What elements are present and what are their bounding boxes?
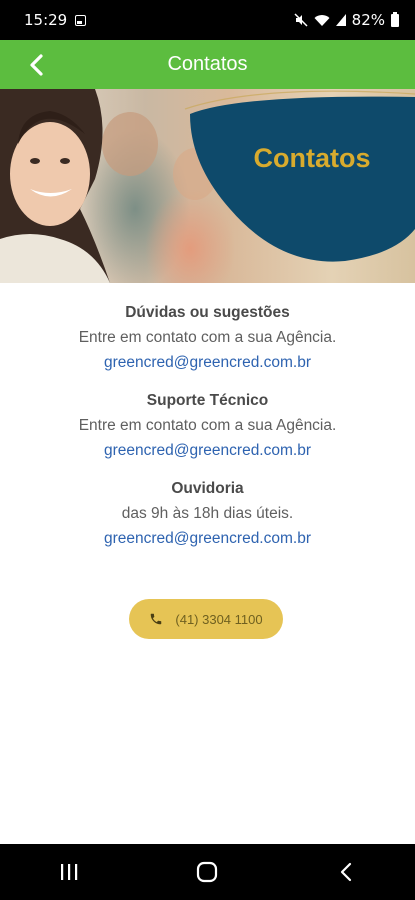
section-text: das 9h às 18h dias úteis. xyxy=(121,505,294,522)
phone-button[interactable]: (41) 3304 1100 xyxy=(129,599,283,639)
home-icon xyxy=(197,861,218,883)
back-icon xyxy=(340,862,351,882)
email-link[interactable]: greencred@greencred.com.br xyxy=(0,526,415,551)
status-right: 82% xyxy=(294,11,399,29)
phone-icon xyxy=(151,613,162,625)
home-button[interactable] xyxy=(187,852,227,892)
section-duvidas: Dúvidas ou sugestões Entre em contato co… xyxy=(0,300,415,375)
battery-percent: 82% xyxy=(351,11,385,29)
contact-banner: Contatos xyxy=(0,89,415,283)
contact-content: Dúvidas ou sugestões Entre em contato co… xyxy=(0,300,415,564)
status-bar: 15:29 82% xyxy=(0,0,415,40)
section-ouvidoria: Ouvidoria das 9h às 18h dias úteis. gree… xyxy=(0,476,415,551)
banner-image: Contatos xyxy=(0,89,415,283)
page-title: Contatos xyxy=(167,53,248,75)
mute-icon xyxy=(294,13,308,27)
recent-apps-icon xyxy=(61,864,78,880)
image-icon xyxy=(75,14,87,26)
section-suporte: Suporte Técnico Entre em contato com a s… xyxy=(0,388,415,463)
back-button[interactable] xyxy=(22,50,52,80)
banner-title: Contatos xyxy=(254,143,371,173)
signal-icon xyxy=(335,14,346,26)
system-back-button[interactable] xyxy=(326,852,366,892)
section-title: Dúvidas ou sugestões xyxy=(125,304,290,321)
section-text: Entre em contato com a sua Agência. xyxy=(78,329,337,346)
status-time: 15:29 xyxy=(24,11,68,29)
status-left: 15:29 xyxy=(24,11,87,29)
app-bar: Contatos xyxy=(0,40,415,89)
email-link[interactable]: greencred@greencred.com.br xyxy=(0,350,415,375)
system-nav-bar xyxy=(0,844,415,900)
section-title: Suporte Técnico xyxy=(146,392,269,409)
section-title: Ouvidoria xyxy=(171,480,244,497)
wifi-icon xyxy=(314,14,330,26)
section-text: Entre em contato com a sua Agência. xyxy=(78,417,337,434)
chevron-left-icon xyxy=(30,54,43,76)
email-link[interactable]: greencred@greencred.com.br xyxy=(0,438,415,463)
battery-icon xyxy=(391,11,399,27)
phone-number: (41) 3304 1100 xyxy=(175,611,263,627)
recent-apps-button[interactable] xyxy=(49,852,89,892)
